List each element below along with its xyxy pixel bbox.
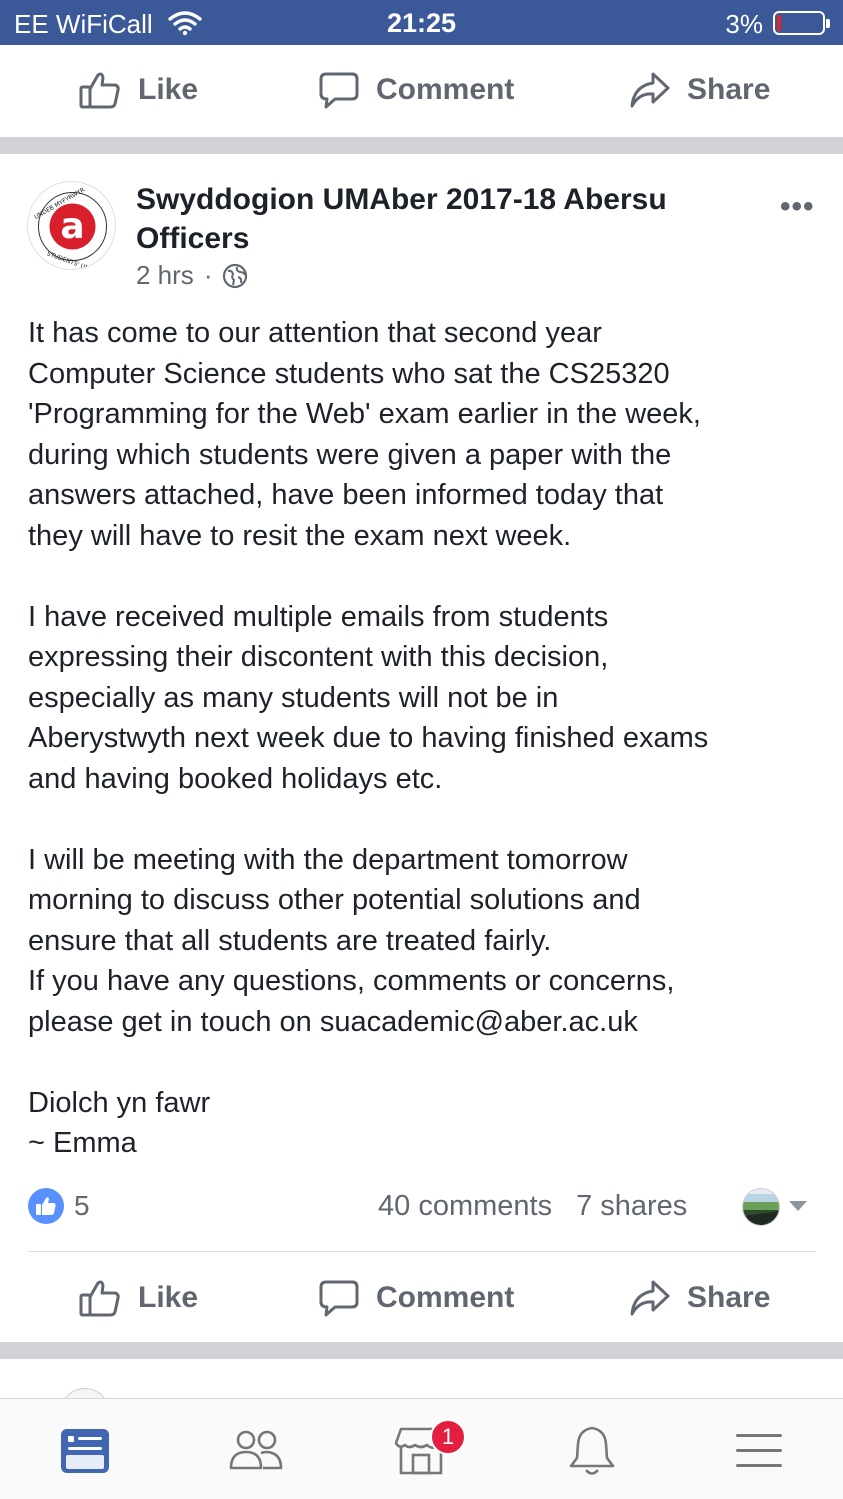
battery-icon — [773, 11, 830, 35]
status-bar: EE WiFiCall 21:25 3% — [0, 0, 843, 45]
previous-post-action-bar: Like Comment Share — [0, 45, 843, 135]
friends-icon[interactable] — [226, 1423, 286, 1479]
thumbs-up-icon — [79, 1280, 120, 1317]
post-paragraph: I have received multiple emails from stu… — [28, 600, 709, 795]
svg-text:STUDENTS' UNION: STUDENTS' UNION — [46, 250, 101, 270]
share-button[interactable]: Share — [629, 1253, 770, 1343]
abersu-logo-icon: UNDEB MYFYRWYR STUDENTS' UNION a — [33, 186, 107, 270]
comment-label: Comment — [376, 73, 515, 106]
share-label: Share — [687, 73, 771, 106]
meta-separator: · — [203, 260, 213, 290]
thumbs-up-icon — [79, 72, 120, 109]
post-options-button[interactable]: ••• — [780, 190, 815, 224]
page-avatar[interactable]: UNDEB MYFYRWYR STUDENTS' UNION a — [27, 181, 116, 270]
share-arrow-icon — [630, 72, 670, 108]
post-paragraph: Diolch yn fawr ~ Emma — [28, 1086, 211, 1160]
share-label: Share — [687, 1281, 771, 1314]
like-label: Like — [138, 73, 199, 106]
clock: 21:25 — [386, 8, 457, 38]
reaction-summary[interactable]: 5 — [28, 1188, 90, 1224]
notifications-icon[interactable] — [562, 1423, 622, 1479]
separator — [28, 1251, 816, 1252]
reaction-count: 5 — [74, 1190, 90, 1221]
post-text: It has come to our attention that second… — [28, 313, 818, 1164]
comment-button[interactable]: Comment — [318, 45, 514, 135]
marketplace-notification-badge: 1 — [430, 1419, 466, 1455]
comment-icon — [319, 1280, 359, 1317]
globe-icon — [223, 263, 248, 288]
comment-icon — [319, 72, 359, 109]
feed-divider — [0, 1342, 843, 1359]
share-button[interactable]: Share — [629, 45, 770, 135]
chevron-down-icon[interactable] — [789, 1201, 807, 1211]
share-arrow-icon — [630, 1280, 670, 1316]
comments-count-link[interactable]: 40 comments — [378, 1190, 552, 1223]
post-meta: 2 hrs · — [136, 260, 248, 291]
post-timestamp[interactable]: 2 hrs — [136, 260, 194, 291]
news-feed-icon[interactable] — [55, 1423, 115, 1479]
post-paragraph: I will be meeting with the department to… — [28, 843, 675, 1038]
battery-percentage: 3% — [725, 9, 763, 39]
like-reaction-icon — [28, 1188, 64, 1224]
page-name[interactable]: Swyddogion UMAber 2017-18 Abersu Officer… — [136, 180, 756, 258]
like-button[interactable]: Like — [78, 1253, 198, 1343]
comment-label: Comment — [376, 1281, 515, 1314]
comment-button[interactable]: Comment — [318, 1253, 514, 1343]
svg-text:a: a — [60, 206, 84, 247]
shares-count-link[interactable]: 7 shares — [576, 1190, 687, 1223]
like-button[interactable]: Like — [78, 45, 198, 135]
engagement-counts: 40 comments 7 shares — [378, 1190, 687, 1223]
like-label: Like — [138, 1281, 199, 1314]
feed-divider — [0, 137, 843, 154]
viewer-avatar[interactable] — [742, 1188, 780, 1226]
post-paragraph: It has come to our attention that second… — [28, 317, 701, 552]
post-action-bar: Like Comment Share — [0, 1253, 843, 1343]
menu-icon[interactable] — [729, 1423, 789, 1479]
bottom-tab-bar: 1 — [0, 1398, 843, 1499]
